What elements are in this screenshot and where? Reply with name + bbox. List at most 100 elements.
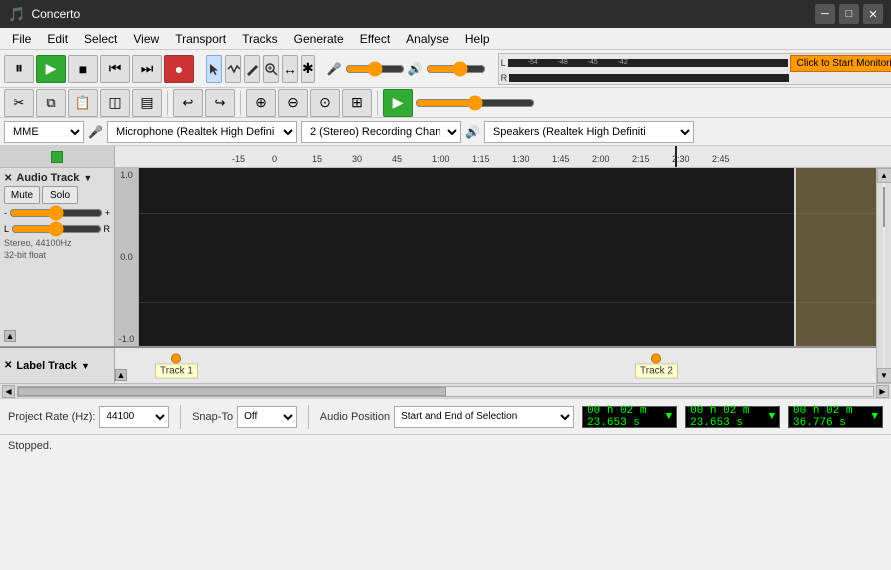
driver-select[interactable]: MME — [4, 121, 84, 143]
record-button[interactable]: ● — [164, 55, 194, 83]
close-button[interactable]: ✕ — [863, 4, 883, 24]
waveform-display[interactable] — [139, 168, 876, 346]
mute-button[interactable]: Mute — [4, 186, 40, 204]
time-display-2-value: 00 h 02 m 23.653 s — [690, 405, 766, 429]
minimize-button[interactable]: ─ — [815, 4, 835, 24]
audio-track-container: ✕ Audio Track ▼ Mute Solo - + L R — [0, 168, 876, 347]
audio-track-chevron[interactable]: ▼ — [83, 173, 92, 183]
time-display-3-value: 00 h 02 m 36.776 s — [793, 405, 869, 429]
redo-button[interactable]: ↪ — [205, 89, 235, 117]
time-display-2: 00 h 02 m 23.653 s ▼ — [685, 406, 780, 428]
vscroll-down[interactable]: ▼ — [877, 368, 891, 383]
menu-help[interactable]: Help — [457, 30, 498, 48]
next-button[interactable]: ⏭ — [132, 55, 162, 83]
pan-slider-row: L R — [4, 222, 110, 236]
copy-button[interactable]: ⧉ — [36, 89, 66, 117]
statusbar: Stopped. — [0, 434, 891, 456]
time-display-3-dropdown[interactable]: ▼ — [871, 411, 878, 423]
prev-button[interactable]: ⏮ — [100, 55, 130, 83]
output-volume-slider[interactable] — [426, 62, 486, 76]
time-display-2-dropdown[interactable]: ▼ — [768, 411, 775, 423]
menu-effect[interactable]: Effect — [352, 30, 398, 48]
pencil-icon — [245, 62, 259, 76]
input-vol-icon: 🎤 — [327, 62, 342, 76]
gain-slider[interactable] — [9, 206, 103, 220]
sep4 — [167, 91, 168, 115]
monitor-button[interactable]: Click to Start Monitoring — [790, 55, 891, 72]
ruler-200: 2:00 — [592, 154, 610, 164]
stop-button[interactable]: ■ — [68, 55, 98, 83]
multi-tool-button[interactable]: ✱ — [301, 55, 315, 83]
solo-button[interactable]: Solo — [42, 186, 78, 204]
time-display-1: 00 h 02 m 23.653 s ▼ — [582, 406, 677, 428]
label-track-collapse[interactable]: ▲ — [115, 369, 127, 381]
snap-to-select[interactable]: Off — [237, 406, 297, 428]
project-rate-label: Project Rate (Hz): — [8, 411, 95, 423]
ruler-130: 1:30 — [512, 154, 530, 164]
maximize-button[interactable]: □ — [839, 4, 859, 24]
output-device-select[interactable]: Speakers (Realtek High Definiti — [484, 121, 694, 143]
menu-tracks[interactable]: Tracks — [234, 30, 286, 48]
hscroll-track[interactable] — [17, 386, 874, 397]
sep6 — [377, 91, 378, 115]
ruler-15: 15 — [312, 154, 322, 164]
vscroll-track[interactable] — [883, 183, 885, 368]
play-button[interactable]: ▶ — [36, 55, 66, 83]
label-track-chevron[interactable]: ▼ — [81, 361, 90, 371]
label-track-controls: ✕ Label Track ▼ — [0, 348, 115, 383]
zoom-tool-button[interactable] — [263, 55, 279, 83]
audio-track-close[interactable]: ✕ — [4, 173, 12, 184]
audio-track-collapse[interactable]: ▲ — [4, 330, 16, 342]
audio-track-title-bar: ✕ Audio Track ▼ — [4, 172, 110, 184]
play-speed-button[interactable]: ▶ — [383, 89, 413, 117]
input-device-select[interactable]: Microphone (Realtek High Defini — [107, 121, 297, 143]
level-l-bar: -54 -48 -45 -42 — [508, 59, 788, 67]
ruler-0: 0 — [272, 154, 277, 164]
hscroll: ◀ ▶ — [0, 383, 891, 398]
zoom-sel-button[interactable]: ⊙ — [310, 89, 340, 117]
silence-button[interactable]: ▤ — [132, 89, 162, 117]
label-track-area[interactable]: Track 1 Track 2 ▲ — [115, 348, 876, 383]
project-rate-group: Project Rate (Hz): 44100 — [8, 406, 169, 428]
trim-button[interactable]: ◫ — [100, 89, 130, 117]
scale-mid: 0.0 — [120, 252, 133, 262]
hscroll-thumb[interactable] — [18, 387, 446, 396]
menu-analyse[interactable]: Analyse — [398, 30, 457, 48]
timeshift-tool-button[interactable]: ↔ — [282, 55, 298, 83]
menu-edit[interactable]: Edit — [39, 30, 76, 48]
menu-select[interactable]: Select — [76, 30, 125, 48]
pencil-tool-button[interactable] — [244, 55, 260, 83]
app-icon: 🎵 — [8, 6, 25, 23]
menu-generate[interactable]: Generate — [286, 30, 352, 48]
vscroll-up[interactable]: ▲ — [877, 168, 891, 183]
play-speed-slider[interactable] — [415, 96, 535, 110]
zoom-out-button[interactable]: ⊖ — [278, 89, 308, 117]
menu-file[interactable]: File — [4, 30, 39, 48]
hscroll-left[interactable]: ◀ — [2, 385, 15, 398]
pan-slider[interactable] — [11, 222, 101, 236]
project-rate-select[interactable]: 44100 — [99, 406, 169, 428]
zoom-fit-button[interactable]: ⊞ — [342, 89, 372, 117]
pan-l-label: L — [4, 224, 9, 234]
label-dot-2 — [651, 353, 661, 363]
pause-button[interactable]: ⏸ — [4, 55, 34, 83]
label-track-close[interactable]: ✕ — [4, 360, 12, 371]
menu-view[interactable]: View — [125, 30, 167, 48]
level-l-label: L — [501, 58, 506, 68]
selection-mode-select[interactable]: Start and End of Selection — [394, 406, 574, 428]
channels-select[interactable]: 2 (Stereo) Recording Channels — [301, 121, 461, 143]
paste-button[interactable]: 📋 — [68, 89, 98, 117]
select-tool-button[interactable] — [206, 55, 222, 83]
zoom-in-button[interactable]: ⊕ — [246, 89, 276, 117]
input-volume-slider[interactable] — [345, 62, 405, 76]
vscroll-thumb[interactable] — [883, 187, 885, 227]
envelope-tool-button[interactable] — [225, 55, 241, 83]
timeline: -15 0 15 30 45 1:00 1:15 1:30 1:45 2:00 … — [0, 146, 891, 168]
time-display-1-dropdown[interactable]: ▼ — [665, 411, 672, 423]
ruler-45: 45 — [392, 154, 402, 164]
cut-button[interactable]: ✂ — [4, 89, 34, 117]
label-text-track1: Track 1 — [155, 363, 198, 378]
undo-button[interactable]: ↩ — [173, 89, 203, 117]
menu-transport[interactable]: Transport — [167, 30, 234, 48]
hscroll-right[interactable]: ▶ — [876, 385, 889, 398]
